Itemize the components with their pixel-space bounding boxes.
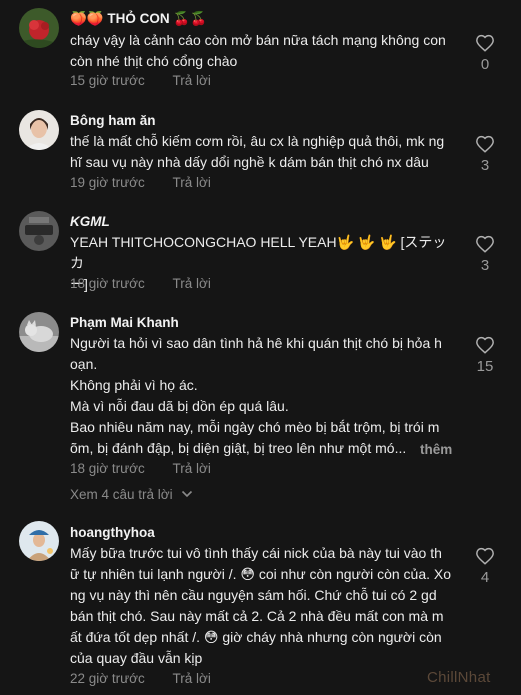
comment-text-line: Mấy bữa trước tui vô tình thấy cái nick …: [70, 545, 442, 561]
comment-text-line: ất đứa tốt dẹp nhất /. 😳 giờ cháy nhà nh…: [70, 629, 442, 645]
comment-list: 🍑🍑 THỎ CON 🍒🍒 cháy vậy là cảnh cáo còn m…: [0, 0, 521, 695]
reply-button[interactable]: Trả lời: [173, 461, 211, 476]
comment-username[interactable]: KGML: [70, 214, 110, 229]
comment-text: cháy vậy là cảnh cáo còn mở bán nữa tách…: [70, 30, 458, 72]
comment-meta: 15 giờ trước Trả lời: [70, 73, 211, 88]
comment-text-line: cháy vậy là cảnh cáo còn mở bán nữa tách…: [70, 32, 446, 48]
heart-icon: [476, 547, 494, 565]
comment-text-line: Người ta hỏi vì sao dân tình hả hê khi q…: [70, 335, 442, 351]
comment-timestamp: 22 giờ trước: [70, 671, 145, 686]
comment-text: Người ta hỏi vì sao dân tình hả hê khi q…: [70, 333, 458, 459]
avatar-red-flower-icon[interactable]: [19, 8, 59, 48]
avatar-woman-portrait-icon[interactable]: [19, 110, 59, 150]
comment-text-line: ữ tự nhiên tui lạnh người /. 😳 coi như c…: [70, 566, 452, 582]
heart-icon: [476, 336, 494, 354]
comment-text-line: YEAH THITCHOCONGCHAO HELL YEAH🤟 🤟 🤟 [ステッ…: [70, 234, 447, 271]
chevron-down-icon: [182, 490, 193, 498]
view-replies-button[interactable]: Xem 4 câu trả lời: [70, 487, 193, 502]
comment-text-line: hĩ sau vụ này nhà dấy dổi nghề k dám bán…: [70, 154, 429, 170]
comment-timestamp: 19 giờ trước: [70, 175, 145, 190]
comment-meta: 19 giờ trước Trả lời: [70, 175, 211, 190]
like-count: 3: [480, 157, 490, 174]
watermark: ChillNhat: [427, 669, 491, 686]
comment-text-line: oạn.: [70, 356, 98, 372]
like-button[interactable]: 4: [470, 547, 500, 586]
like-count: 4: [480, 569, 490, 586]
like-count: 3: [480, 257, 490, 274]
see-more-button[interactable]: thêm: [420, 442, 452, 457]
comment-meta: 18 giờ trước Trả lời: [70, 461, 211, 476]
like-button[interactable]: 3: [470, 235, 500, 274]
comment-text-line: Bao nhiêu năm nay, mỗi ngày chó mèo bị b…: [70, 419, 440, 435]
avatar-gray-logo-icon[interactable]: [19, 211, 59, 251]
comment-username[interactable]: hoangthyhoa: [70, 525, 155, 540]
comment-text-line: Không phải vì họ ác.: [70, 377, 198, 393]
comment-text: Mấy bữa trước tui vô tình thấy cái nick …: [70, 543, 458, 669]
comment-username[interactable]: Bông ham ăn: [70, 113, 156, 128]
comment-timestamp: 18 giờ trước: [70, 461, 145, 476]
heart-icon: [476, 34, 494, 52]
comment-text-line: bán thịt chó. Sau này mất cả 2. Cả 2 nhà…: [70, 608, 444, 624]
comment-text-line: thế là mất chỗ kiếm cơm rồi, âu cx là ng…: [70, 133, 445, 149]
avatar-cat-photo-icon[interactable]: [19, 312, 59, 352]
comment-text-line: của quay đầu vẫn kịp: [70, 650, 203, 666]
comment-username[interactable]: 🍑🍑 THỎ CON 🍒🍒: [70, 11, 207, 27]
comment-username[interactable]: Phạm Mai Khanh: [70, 315, 179, 330]
comment-timestamp: 18 giờ trước: [70, 276, 145, 291]
reply-button[interactable]: Trả lời: [173, 73, 211, 88]
comment-text-line: còn nhé thịt chó cổng chào: [70, 53, 238, 69]
comment-text-line: Mà vì nỗi đau dã bị dồn ép quá lâu.: [70, 398, 289, 414]
heart-icon: [476, 235, 494, 253]
comment-text: thế là mất chỗ kiếm cơm rồi, âu cx là ng…: [70, 131, 458, 173]
reply-button[interactable]: Trả lời: [173, 671, 211, 686]
reply-button[interactable]: Trả lời: [173, 276, 211, 291]
like-count: 15: [476, 358, 494, 375]
comment-meta: 22 giờ trước Trả lời: [70, 671, 211, 686]
comment-meta: 18 giờ trước Trả lời: [70, 276, 211, 291]
reply-button[interactable]: Trả lời: [173, 175, 211, 190]
like-button[interactable]: 3: [470, 135, 500, 174]
heart-icon: [476, 135, 494, 153]
avatar-person-hat-icon[interactable]: [19, 521, 59, 561]
like-button[interactable]: 15: [470, 336, 500, 375]
like-button[interactable]: 0: [470, 34, 500, 73]
comment-text-line: ng vụ này thì nên cầu nguyện sám hối. Ch…: [70, 587, 437, 603]
view-replies-label: Xem 4 câu trả lời: [70, 487, 173, 502]
comment-timestamp: 15 giờ trước: [70, 73, 145, 88]
comment-text-line: õm, bị đánh đập, bị diện giật, bị treo l…: [70, 440, 407, 456]
like-count: 0: [480, 56, 490, 73]
